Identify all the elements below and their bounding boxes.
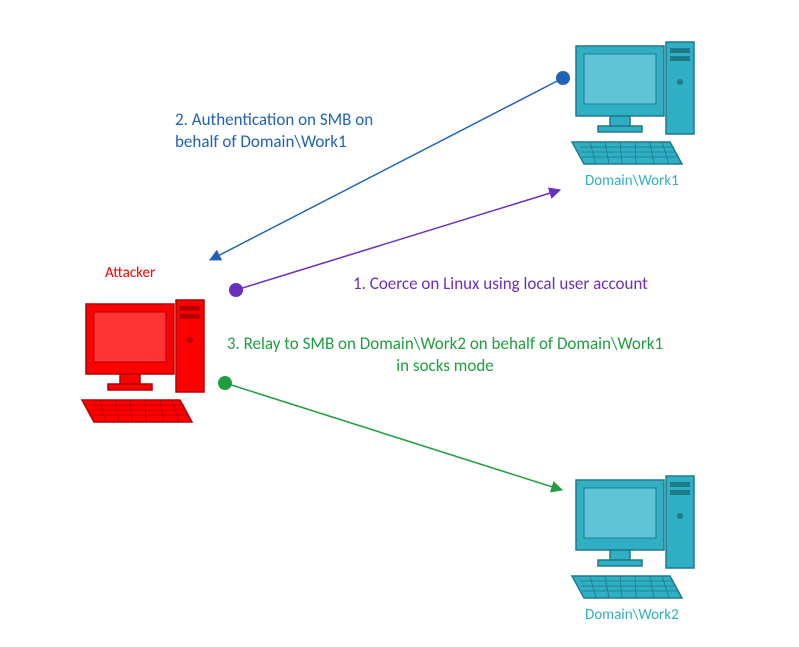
computer-work2 xyxy=(570,466,700,606)
arrow-origin-step2 xyxy=(556,71,570,85)
computer-attacker xyxy=(80,290,210,430)
arrow-origin-step1 xyxy=(229,283,243,297)
label-work1: Domain\Work1 xyxy=(585,172,679,192)
label-work2: Domain\Work2 xyxy=(585,606,679,626)
arrow-step3 xyxy=(225,383,562,490)
computer-work1 xyxy=(570,32,700,172)
label-attacker: Attacker xyxy=(105,264,155,284)
label-step2: 2. Authentication on SMB on behalf of Do… xyxy=(175,109,373,153)
label-step1: 1. Coerce on Linux using local user acco… xyxy=(353,273,648,295)
arrow-step2 xyxy=(210,78,563,260)
label-step3: 3. Relay to SMB on Domain\Work2 on behal… xyxy=(210,333,680,377)
arrow-origin-step3 xyxy=(218,376,232,390)
